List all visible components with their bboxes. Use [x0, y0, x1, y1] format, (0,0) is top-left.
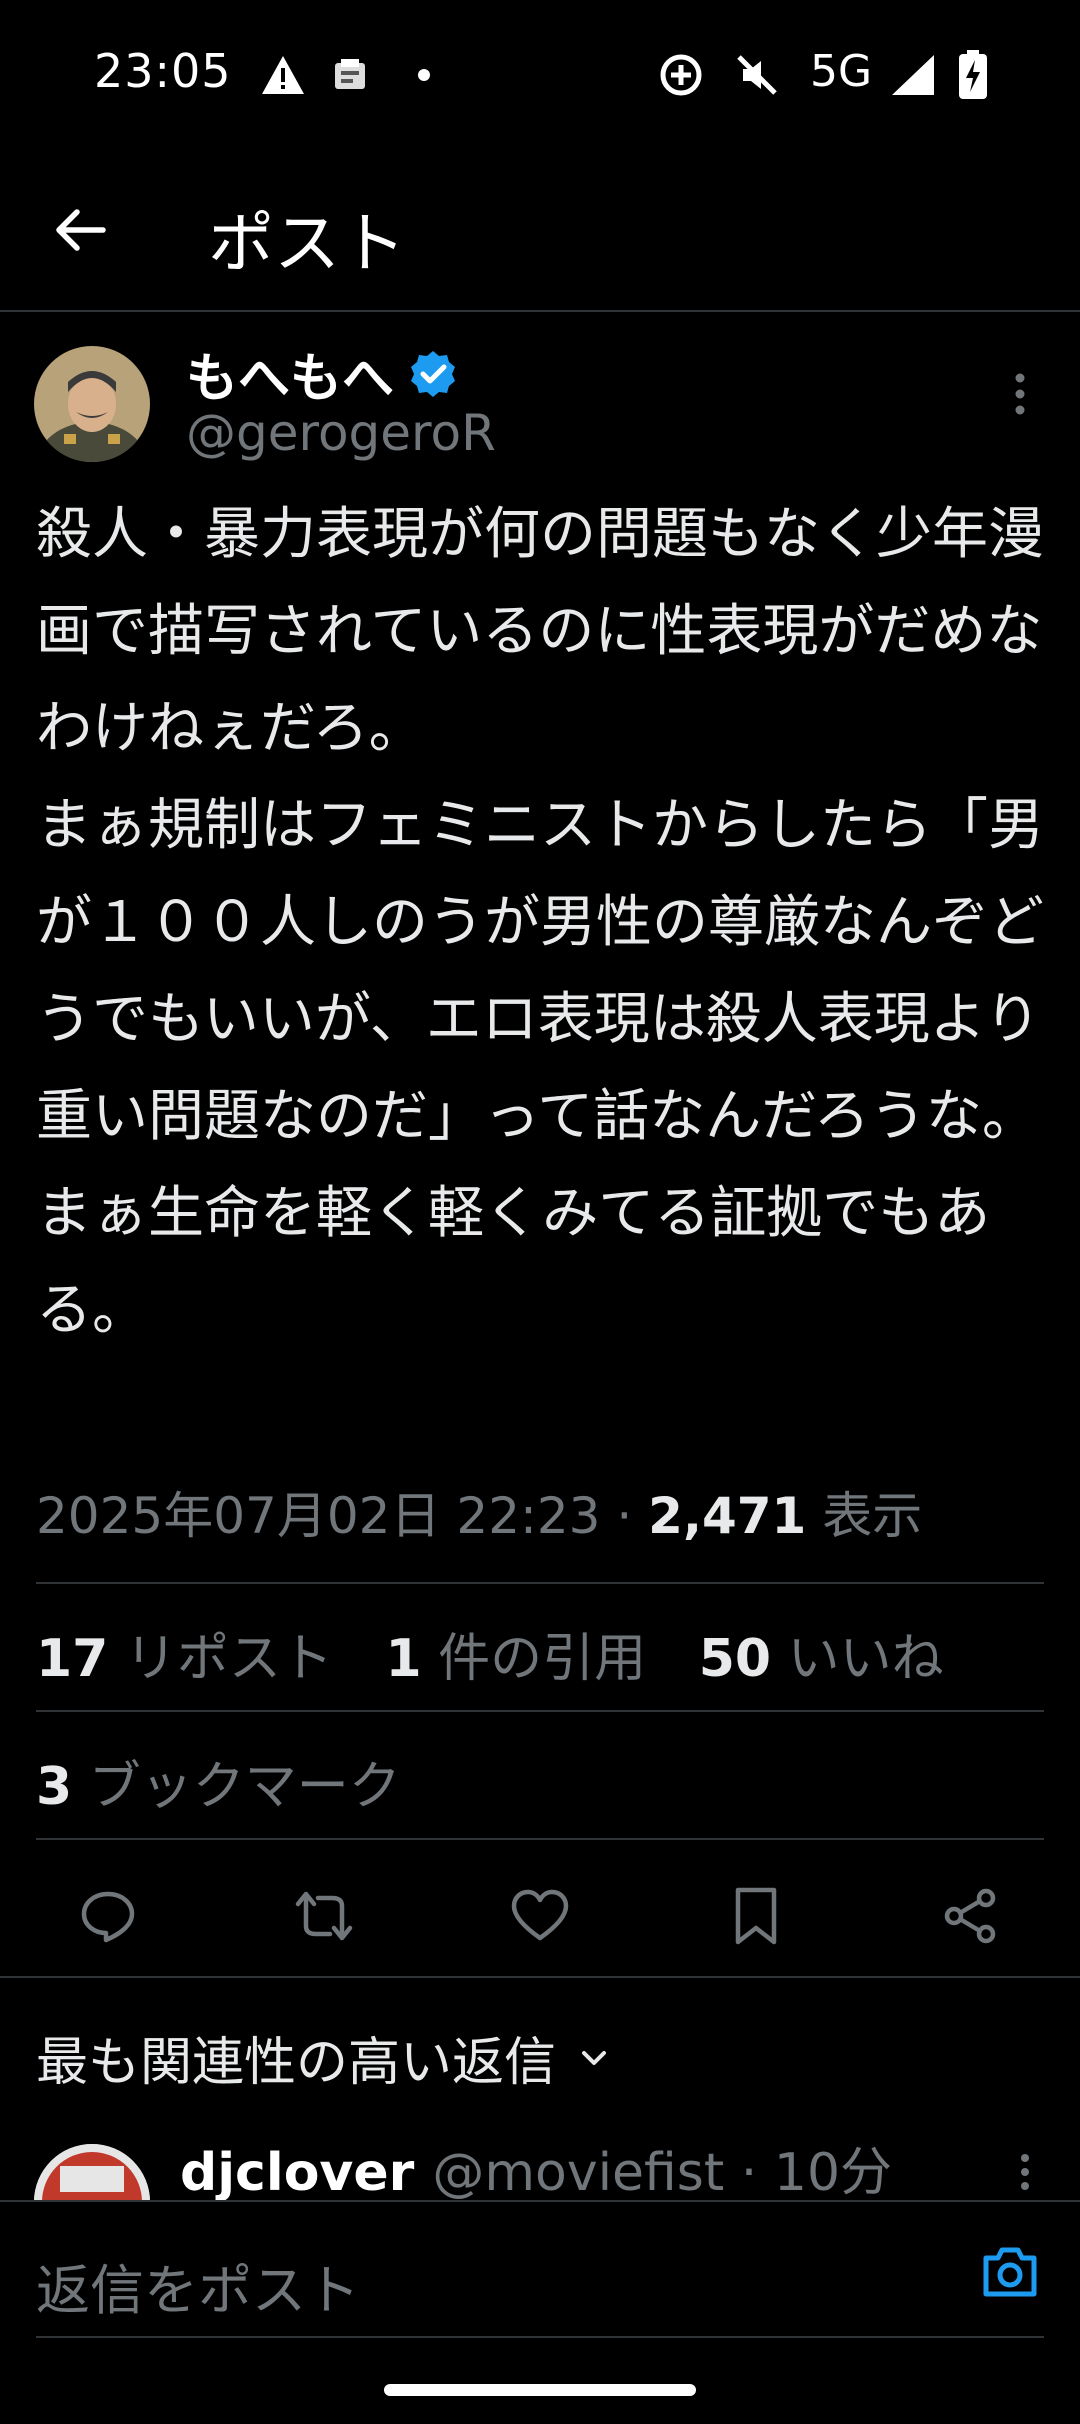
divider — [0, 1976, 1080, 1978]
top-app-bar: ポスト — [0, 150, 1080, 312]
display-name[interactable]: もへもへ — [186, 336, 458, 411]
tweet-meta: 2025年07月02日 22:23 · 2,471 表示 — [36, 1476, 922, 1548]
quotes-count: 1 — [385, 1629, 422, 1689]
like-heart-icon[interactable] — [500, 1876, 580, 1956]
warning-icon — [258, 52, 308, 98]
network-type: 5G — [810, 46, 873, 97]
data-saver-icon — [656, 52, 706, 98]
engagement-stats: 17 リポスト 1 件の引用 50 いいね — [36, 1616, 980, 1691]
reposts-label: リポスト — [124, 1629, 333, 1689]
mute-icon — [732, 52, 782, 98]
reply-handle: @moviefist — [432, 2143, 725, 2200]
views-label: 表示 — [822, 1487, 923, 1545]
home-indicator[interactable] — [384, 2384, 696, 2396]
reply-avatar[interactable] — [34, 2144, 150, 2200]
page-title: ポスト — [208, 205, 406, 282]
repost-icon[interactable] — [284, 1876, 364, 1956]
quotes-stat[interactable]: 1 件の引用 — [385, 1629, 646, 1689]
more-options-icon[interactable] — [1000, 366, 1040, 426]
reply-list: djclover @moviefist · 10分 — [0, 2120, 1080, 2200]
divider — [36, 1710, 1044, 1712]
reposts-stat[interactable]: 17 リポスト — [36, 1629, 333, 1689]
avatar[interactable] — [34, 346, 150, 462]
likes-count: 50 — [698, 1629, 772, 1689]
bookmarks-count: 3 — [36, 1757, 73, 1817]
back-arrow-icon[interactable] — [40, 195, 120, 265]
bookmark-icon[interactable] — [716, 1876, 796, 1956]
status-bar: 23:05 5G — [0, 0, 1080, 150]
display-name-text: もへもへ — [186, 349, 395, 409]
likes-label: いいね — [787, 1629, 944, 1689]
tweet-text: 殺人・暴力表現が何の問題もなく少年漫画で描写されているのに性表現がだめなわけねぇ… — [36, 502, 1044, 1343]
reply-icon[interactable] — [68, 1876, 148, 1956]
views-count: 2,471 — [648, 1487, 807, 1545]
camera-icon[interactable] — [980, 2244, 1044, 2308]
bookmarks-stat[interactable]: 3 ブックマーク — [36, 1744, 401, 1819]
quotes-label: 件の引用 — [438, 1629, 647, 1689]
meta-separator: · — [600, 1487, 649, 1545]
reply-display-name: djclover — [180, 2143, 415, 2200]
reply-author[interactable]: djclover @moviefist · 10分 — [180, 2130, 892, 2200]
battery-charging-icon — [954, 50, 992, 99]
signal-icon — [888, 52, 938, 98]
divider — [36, 1838, 1044, 1840]
app-notification-icon — [330, 52, 370, 98]
tweet-timestamp[interactable]: 2025年07月02日 22:23 — [36, 1487, 600, 1545]
bookmarks-label: ブックマーク — [88, 1757, 401, 1817]
reposts-count: 17 — [36, 1629, 109, 1689]
share-icon[interactable] — [930, 1876, 1010, 1956]
dot-icon — [414, 52, 434, 98]
more-options-icon[interactable] — [1010, 2148, 1040, 2200]
likes-stat[interactable]: 50 いいね — [699, 1629, 944, 1689]
reply-sort-selector[interactable]: 最も関連性の高い返信 — [36, 2020, 614, 2095]
divider — [36, 2336, 1044, 2338]
status-time: 23:05 — [94, 44, 232, 98]
chevron-down-icon — [582, 2050, 607, 2065]
divider — [36, 1582, 1044, 1584]
verified-badge-icon — [411, 350, 456, 397]
reply-sort-label: 最も関連性の高い返信 — [36, 2033, 557, 2093]
reply-time: 10分 — [773, 2143, 893, 2200]
reply-composer: 返信をポスト — [0, 2200, 1080, 2342]
reply-input[interactable]: 返信をポスト — [36, 2246, 360, 2325]
user-handle[interactable]: @gerogeroR — [186, 404, 496, 462]
